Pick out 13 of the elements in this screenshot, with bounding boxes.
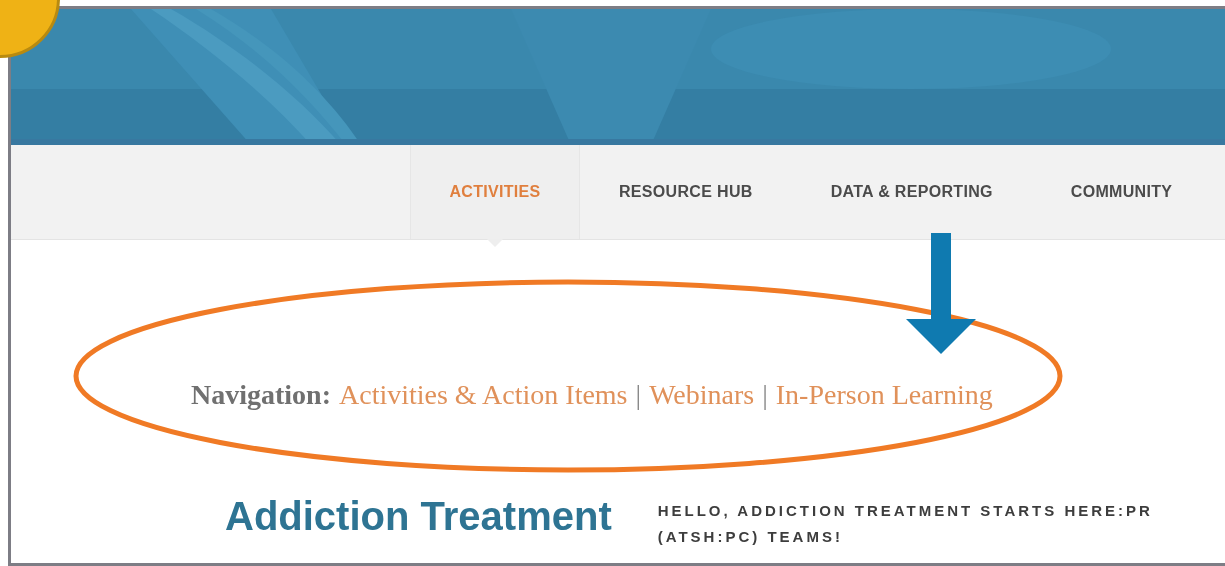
breadcrumb-link[interactable]: Webinars bbox=[649, 374, 755, 416]
breadcrumb-label: Navigation: bbox=[191, 378, 331, 412]
separator: | bbox=[762, 378, 768, 412]
separator: | bbox=[635, 378, 642, 412]
breadcrumb-link[interactable]: Activities & Action Items bbox=[339, 374, 628, 416]
nav-tab[interactable]: DATA & REPORTING bbox=[791, 145, 1032, 239]
intro-text: (ATSH:PC) TEAMS! bbox=[657, 527, 844, 547]
intro-text: HELLO, ADDICTION TREATMENT STARTS HERE:PR bbox=[657, 501, 1153, 521]
nav-tab[interactable]: COMMUNITY bbox=[1031, 145, 1212, 239]
breadcrumb-link[interactable]: In-Person Learning bbox=[775, 374, 993, 416]
down-arrow-icon bbox=[906, 233, 976, 354]
nav-tab[interactable]: RESOURCE HUB bbox=[580, 145, 792, 239]
page-title: Addiction Treatment bbox=[225, 493, 612, 540]
